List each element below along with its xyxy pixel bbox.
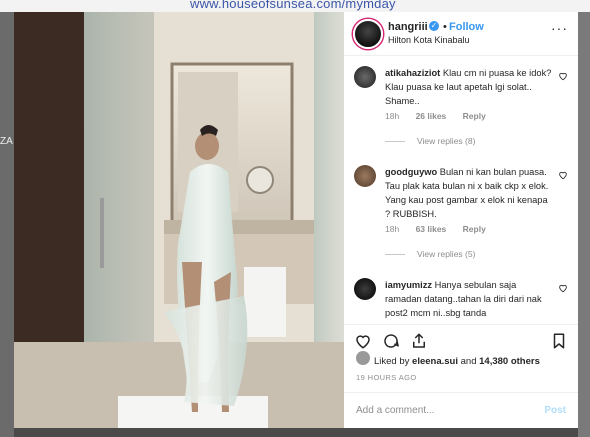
comment-time: 18h — [385, 224, 400, 234]
comment-likes[interactable]: 63 likes — [416, 224, 447, 234]
comment-meta: 18h 26 likes Reply — [385, 111, 500, 121]
replies-line — [385, 141, 405, 143]
background-url-text: www.houseofsunsea.com/mymday — [190, 0, 396, 11]
add-comment-input[interactable]: Add a comment... — [356, 405, 434, 416]
author-avatar[interactable] — [353, 19, 383, 49]
commenter-avatar[interactable] — [354, 66, 376, 88]
add-comment-bar: Add a comment... Post — [344, 392, 578, 429]
view-replies-label: View replies (8) — [417, 136, 476, 146]
like-comment-heart-icon[interactable] — [558, 71, 568, 81]
comment-bubble-icon[interactable] — [382, 332, 400, 350]
more-options-icon[interactable]: ··· — [551, 20, 568, 36]
likes-prefix: Liked by — [374, 356, 410, 367]
reply-button[interactable]: Reply — [463, 111, 486, 121]
background-left-edge: ZA — [0, 12, 14, 437]
post-header: hangriii ✓ • Follow Hilton Kota Kinabalu… — [344, 12, 578, 56]
view-replies-button[interactable]: View replies (5) — [385, 249, 475, 259]
post-comment-button[interactable]: Post — [544, 405, 566, 416]
replies-line — [385, 254, 405, 256]
comment-text: iamyumizz Hanya sebulan saja ramadan dat… — [385, 278, 555, 320]
comment-likes[interactable]: 26 likes — [416, 111, 447, 121]
comment-text: atikahaziziot Klau cm ni puasa ke idok? … — [385, 66, 555, 108]
verified-badge-icon: ✓ — [429, 21, 439, 31]
background-right-edge — [578, 12, 590, 437]
bookmark-icon[interactable] — [550, 332, 568, 350]
share-icon[interactable] — [410, 332, 428, 350]
commenter-username[interactable]: atikahaziziot — [385, 68, 440, 78]
like-comment-heart-icon[interactable] — [558, 170, 568, 180]
comment-meta: 18h 63 likes Reply — [385, 224, 500, 234]
post-actions-bar — [344, 324, 578, 355]
photo-illustration — [14, 12, 344, 428]
post-panel: hangriii ✓ • Follow Hilton Kota Kinabalu… — [344, 12, 578, 428]
post-location[interactable]: Hilton Kota Kinabalu — [388, 35, 470, 45]
commenter-avatar[interactable] — [354, 165, 376, 187]
liker-username[interactable]: eleena.sui — [412, 356, 458, 367]
background-side-text: ZA — [0, 136, 13, 147]
likes-summary: Liked by eleena.sui and 14,380 others — [374, 356, 540, 367]
likes-count[interactable]: 14,380 others — [479, 356, 540, 367]
reply-button[interactable]: Reply — [463, 224, 486, 234]
commenter-username[interactable]: goodguywo — [385, 167, 437, 177]
comments-list[interactable]: atikahaziziot Klau cm ni puasa ke idok? … — [344, 56, 578, 324]
post-timestamp[interactable]: 19 HOURS AGO — [356, 373, 417, 382]
comment-time: 18h — [385, 111, 400, 121]
likes-middle: and — [460, 356, 477, 367]
like-heart-icon[interactable] — [354, 332, 372, 350]
view-replies-button[interactable]: View replies (8) — [385, 136, 475, 146]
author-username[interactable]: hangriii — [388, 21, 428, 33]
commenter-username[interactable]: iamyumizz — [385, 280, 432, 290]
follow-button[interactable]: Follow — [449, 21, 484, 33]
separator-dot: • — [443, 21, 447, 33]
like-comment-heart-icon[interactable] — [558, 283, 568, 293]
view-replies-label: View replies (5) — [417, 249, 476, 259]
liker-avatar[interactable] — [356, 351, 370, 365]
post-photo[interactable] — [14, 12, 344, 428]
comment-text: goodguywo Bulan ni kan bulan puasa. Tau … — [385, 165, 555, 221]
commenter-avatar[interactable] — [354, 278, 376, 300]
